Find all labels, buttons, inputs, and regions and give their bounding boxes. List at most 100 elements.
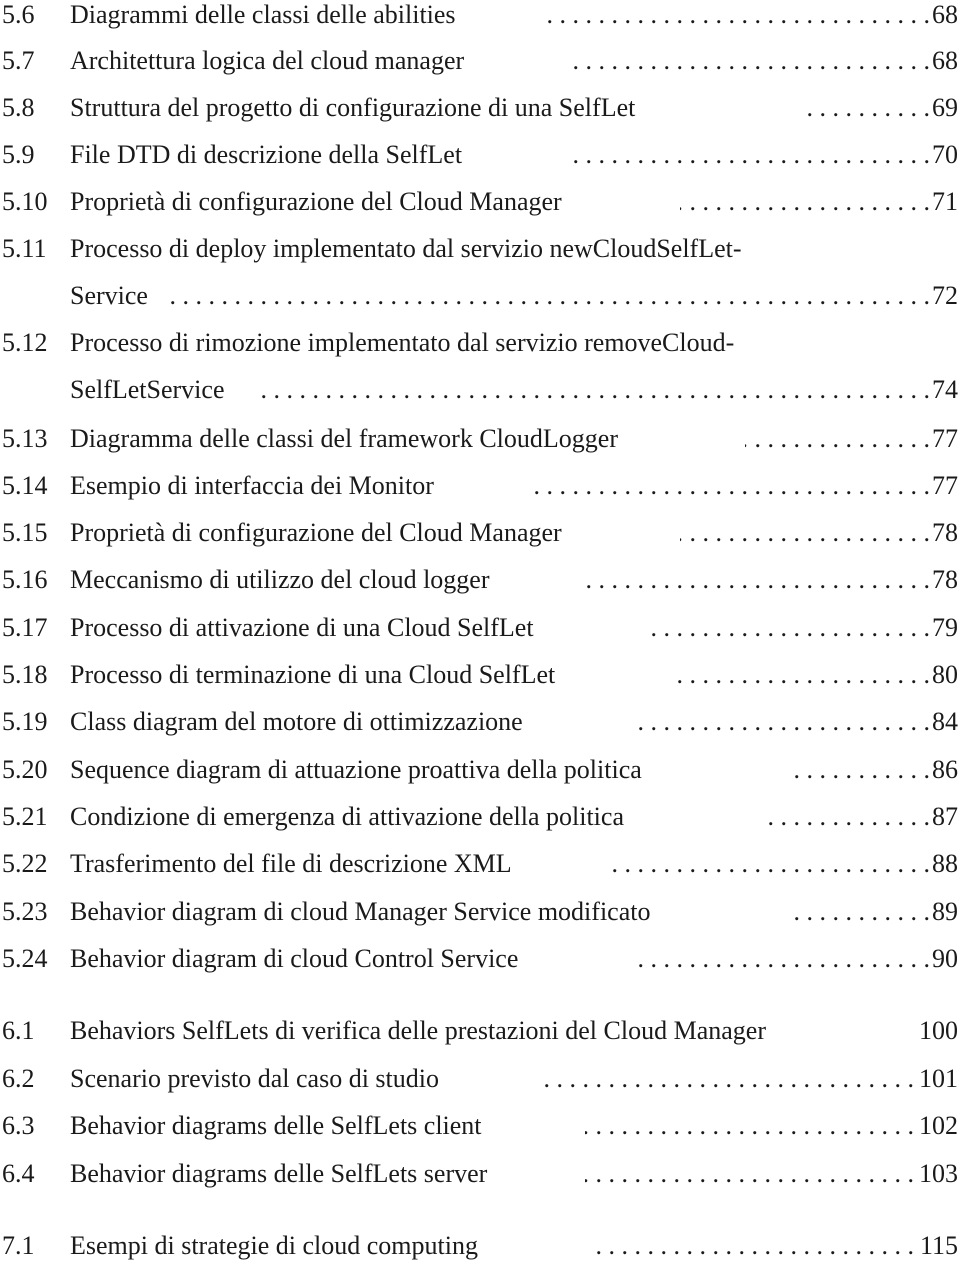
- page-number[interactable]: 74: [932, 375, 958, 405]
- page-number[interactable]: 115: [920, 1231, 958, 1261]
- figure-entry[interactable]: 5.17 Processo di attivazione di una Clou…: [0, 613, 960, 643]
- figure-title[interactable]: Behavior diagrams delle SelfLets server: [70, 1159, 487, 1189]
- figure-title[interactable]: Esempio di interfaccia dei Monitor: [70, 471, 434, 501]
- figure-entry[interactable]: 5.21 Condizione di emergenza di attivazi…: [0, 802, 960, 832]
- figure-entry[interactable]: 6.1 Behaviors SelfLets di verifica delle…: [0, 1016, 960, 1046]
- figure-title[interactable]: Scenario previsto dal caso di studio: [70, 1064, 439, 1094]
- leader-dots: . . . . . . . . . . . . . . . . . . . . …: [795, 897, 930, 926]
- figure-number: 5.7: [2, 46, 35, 75]
- figure-title[interactable]: Proprietà di configurazione del Cloud Ma…: [70, 187, 562, 217]
- figure-entry[interactable]: 7.1 Esempi di strategie di cloud computi…: [0, 1231, 960, 1261]
- leader-dots: . . . . . . . . . . . . . . . . . . . . …: [800, 93, 930, 122]
- page-number[interactable]: 101: [919, 1064, 958, 1094]
- page-number[interactable]: 79: [932, 613, 958, 643]
- figure-entry[interactable]: 5.14 Esempio di interfaccia dei Monitor …: [0, 471, 960, 501]
- figure-number: 5.14: [2, 471, 48, 500]
- leader-dots: . . . . . . . . . . . . . . . . . . . . …: [590, 1231, 914, 1260]
- figure-number: 5.22: [2, 849, 48, 878]
- figure-title[interactable]: File DTD di descrizione della SelfLet: [70, 140, 462, 170]
- page-number[interactable]: 88: [932, 849, 958, 879]
- page-number[interactable]: 90: [932, 944, 958, 974]
- leader-dots: . . . . . . . . . . . . . . . . . . . . …: [675, 660, 930, 689]
- figure-title[interactable]: Sequence diagram di attuazione proattiva…: [70, 755, 642, 785]
- figure-title[interactable]: Processo di terminazione di una Cloud Se…: [70, 660, 555, 690]
- figure-number: 5.17: [2, 613, 48, 642]
- figure-number: 5.15: [2, 518, 48, 547]
- leader-dots: . . . . . . . . . . . . . . . . . . . . …: [255, 375, 930, 404]
- figure-title[interactable]: Processo di attivazione di una Cloud Sel…: [70, 613, 534, 643]
- figure-title[interactable]: Diagrammi delle classi delle abilities: [70, 0, 456, 30]
- page-number[interactable]: 84: [932, 707, 958, 737]
- figure-title[interactable]: Diagramma delle classi del framework Clo…: [70, 424, 618, 454]
- page-number[interactable]: 103: [919, 1159, 958, 1189]
- figure-entry[interactable]: 5.7 Architettura logica del cloud manage…: [0, 46, 960, 76]
- page-number[interactable]: 78: [932, 565, 958, 595]
- page-number[interactable]: 100: [919, 1016, 958, 1046]
- figure-title[interactable]: Struttura del progetto di configurazione…: [70, 93, 635, 123]
- page-number[interactable]: 69: [932, 93, 958, 123]
- leader-dots: . . . . . . . . . . . . . . . . . . . . …: [585, 1159, 914, 1188]
- leader-dots: . . . . . . . . . . . . . . . . . . . . …: [745, 424, 930, 453]
- figure-title[interactable]: Behavior diagrams delle SelfLets client: [70, 1111, 482, 1141]
- leader-dots: . . . . . . . . . . . . . . . . . . . . …: [680, 518, 930, 547]
- figure-entry[interactable]: 5.9 File DTD di descrizione della SelfLe…: [0, 140, 960, 170]
- figure-entry[interactable]: 6.3 Behavior diagrams delle SelfLets cli…: [0, 1111, 960, 1141]
- figure-entry[interactable]: 5.23 Behavior diagram di cloud Manager S…: [0, 897, 960, 927]
- figure-entry[interactable]: 5.13 Diagramma delle classi del framewor…: [0, 424, 960, 454]
- page-number[interactable]: 78: [932, 518, 958, 548]
- page-number[interactable]: 68: [932, 0, 958, 30]
- leader-dots: . . . . . . . . . . . . . . . . . . . . …: [790, 755, 930, 784]
- page-number[interactable]: 68: [932, 46, 958, 76]
- page-number[interactable]: 72: [932, 281, 958, 311]
- figure-title[interactable]: Behaviors SelfLets di verifica delle pre…: [70, 1016, 766, 1046]
- leader-dots: . . . . . . . . . . . . . . . . . . . . …: [565, 140, 930, 169]
- leader-dots: . . . . . . . . . . . . . . . . . . . . …: [650, 613, 930, 642]
- page-number[interactable]: 89: [932, 897, 958, 927]
- figure-title-continued[interactable]: Service: [70, 281, 148, 311]
- page-number[interactable]: 71: [932, 187, 958, 217]
- figure-number: 5.13: [2, 424, 48, 453]
- page-number[interactable]: 77: [932, 471, 958, 501]
- leader-dots: . . . . . . . . . . . . . . . . . . . . …: [548, 0, 930, 29]
- figure-title[interactable]: Trasferimento del file di descrizione XM…: [70, 849, 512, 879]
- leader-dots: . . . . . . . . . . . . . . . . . . . . …: [585, 1111, 914, 1140]
- page-number[interactable]: 102: [919, 1111, 958, 1141]
- figure-entry[interactable]: 5.18 Processo di terminazione di una Clo…: [0, 660, 960, 690]
- figure-number: 5.23: [2, 897, 48, 926]
- figure-number: 6.4: [2, 1159, 35, 1188]
- figure-entry[interactable]: 5.22 Trasferimento del file di descrizio…: [0, 849, 960, 879]
- figure-entry[interactable]: 6.4 Behavior diagrams delle SelfLets ser…: [0, 1159, 960, 1189]
- figure-entry[interactable]: 5.15 Proprietà di configurazione del Clo…: [0, 518, 960, 548]
- figure-entry[interactable]: 5.16 Meccanismo di utilizzo del cloud lo…: [0, 565, 960, 595]
- figure-entry[interactable]: 5.6 Diagrammi delle classi delle abiliti…: [0, 0, 960, 30]
- figure-entry[interactable]: 5.8 Struttura del progetto di configuraz…: [0, 93, 960, 123]
- figure-title[interactable]: Class diagram del motore di ottimizzazio…: [70, 707, 523, 737]
- figure-entry[interactable]: 5.12 Processo di rimozione implementato …: [0, 328, 960, 405]
- figure-title[interactable]: Behavior diagram di cloud Manager Servic…: [70, 897, 650, 927]
- page-number[interactable]: 86: [932, 755, 958, 785]
- figure-title[interactable]: Proprietà di configurazione del Cloud Ma…: [70, 518, 562, 548]
- figure-number: 5.18: [2, 660, 48, 689]
- page-number[interactable]: 80: [932, 660, 958, 690]
- figure-title[interactable]: Processo di deploy implementato dal serv…: [70, 234, 742, 264]
- figure-title[interactable]: Esempi di strategie di cloud computing: [70, 1231, 478, 1261]
- leader-dots: . . . . . . . . . . . . . . . . . . . . …: [610, 849, 930, 878]
- figure-entry[interactable]: 5.19 Class diagram del motore di ottimiz…: [0, 707, 960, 737]
- page-number[interactable]: 77: [932, 424, 958, 454]
- page-number[interactable]: 87: [932, 802, 958, 832]
- figure-number: 5.9: [2, 140, 35, 169]
- figure-number: 6.3: [2, 1111, 35, 1140]
- figure-entry[interactable]: 5.20 Sequence diagram di attuazione proa…: [0, 755, 960, 785]
- leader-dots: . . . . . . . . . . . . . . . . . . . . …: [570, 46, 930, 75]
- figure-entry[interactable]: 5.11 Processo di deploy implementato dal…: [0, 234, 960, 311]
- figure-title[interactable]: Processo di rimozione implementato dal s…: [70, 328, 734, 358]
- figure-title[interactable]: Meccanismo di utilizzo del cloud logger: [70, 565, 490, 595]
- figure-entry[interactable]: 5.10 Proprietà di configurazione del Clo…: [0, 187, 960, 217]
- figure-title-continued[interactable]: SelfLetService: [70, 375, 225, 405]
- figure-entry[interactable]: 5.24 Behavior diagram di cloud Control S…: [0, 944, 960, 974]
- figure-title[interactable]: Condizione di emergenza di attivazione d…: [70, 802, 624, 832]
- figure-entry[interactable]: 6.2 Scenario previsto dal caso di studio…: [0, 1064, 960, 1094]
- figure-title[interactable]: Behavior diagram di cloud Control Servic…: [70, 944, 518, 974]
- page-number[interactable]: 70: [932, 140, 958, 170]
- figure-title[interactable]: Architettura logica del cloud manager: [70, 46, 464, 76]
